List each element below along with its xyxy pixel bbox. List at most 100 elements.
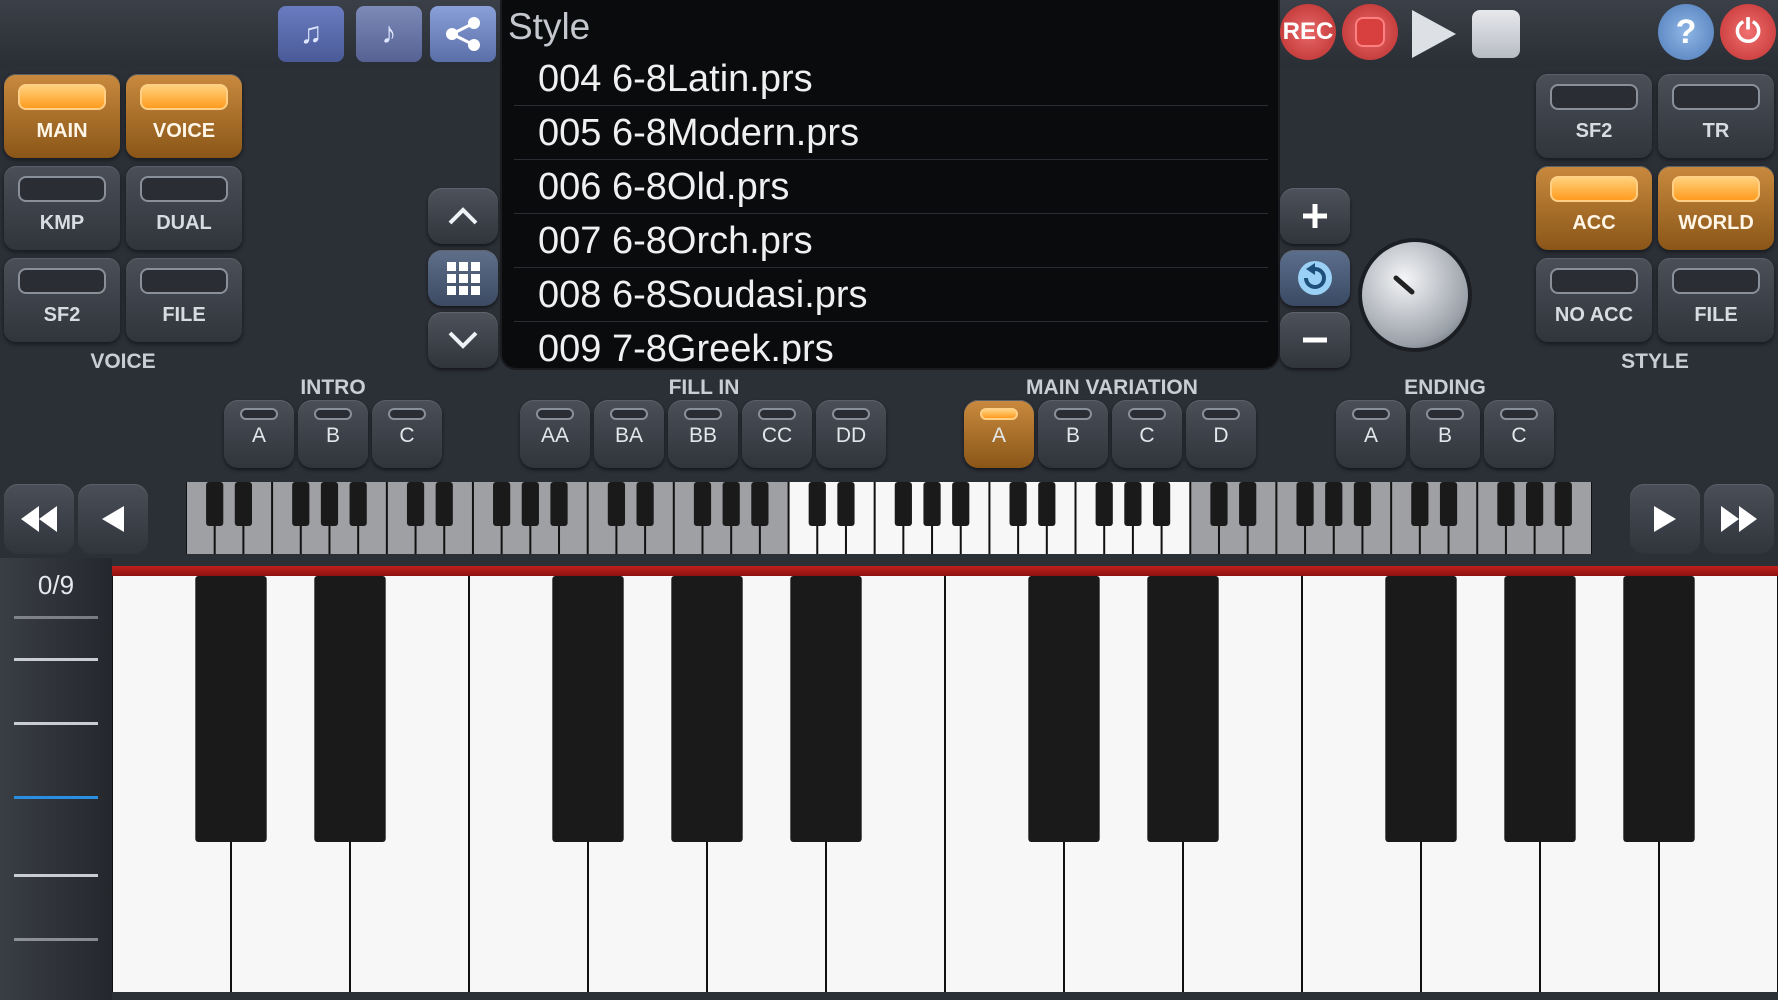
black-key[interactable] bbox=[722, 482, 740, 526]
fill-in-dd-button[interactable]: DD bbox=[816, 400, 886, 468]
slider-thumb[interactable] bbox=[14, 796, 98, 799]
black-key[interactable] bbox=[790, 576, 862, 842]
tempo-minus-button[interactable] bbox=[1280, 312, 1350, 368]
acc-button[interactable]: ACC bbox=[1536, 166, 1652, 250]
main-variation-c-button[interactable]: C bbox=[1112, 400, 1182, 468]
rewind-button[interactable] bbox=[4, 484, 74, 554]
style-list[interactable]: 004 6-8Latin.prs 005 6-8Modern.prs 006 6… bbox=[502, 52, 1278, 364]
black-key[interactable] bbox=[1504, 576, 1576, 842]
ending-b-button[interactable]: B bbox=[1410, 400, 1480, 468]
black-key[interactable] bbox=[1009, 482, 1027, 526]
world-button[interactable]: WORLD bbox=[1658, 166, 1774, 250]
ending-c-button[interactable]: C bbox=[1484, 400, 1554, 468]
black-key[interactable] bbox=[1526, 482, 1544, 526]
style-file-button[interactable]: FILE bbox=[1658, 258, 1774, 342]
piano-keyboard[interactable] bbox=[112, 576, 1778, 992]
voice-button[interactable]: VOICE bbox=[126, 74, 242, 158]
ending-a-button[interactable]: A bbox=[1336, 400, 1406, 468]
black-key[interactable] bbox=[195, 576, 267, 842]
black-key[interactable] bbox=[521, 482, 539, 526]
black-key[interactable] bbox=[693, 482, 712, 526]
black-key[interactable] bbox=[1296, 482, 1314, 526]
fill-in-cc-button[interactable]: CC bbox=[742, 400, 812, 468]
black-key[interactable] bbox=[1385, 576, 1457, 842]
kmp-button[interactable]: KMP bbox=[4, 166, 120, 250]
no-acc-button[interactable]: NO ACC bbox=[1536, 258, 1652, 342]
black-key[interactable] bbox=[1152, 482, 1171, 526]
grid-view-button[interactable] bbox=[428, 250, 498, 306]
octave-slider[interactable]: 0/9 bbox=[0, 558, 112, 1000]
black-key[interactable] bbox=[234, 482, 252, 526]
main-variation-a-button[interactable]: A bbox=[964, 400, 1034, 468]
style-list-item[interactable]: 007 6-8Orch.prs bbox=[514, 214, 1268, 268]
black-key[interactable] bbox=[751, 482, 769, 526]
music-note-icon[interactable]: ♫ bbox=[278, 6, 344, 62]
black-key[interactable] bbox=[837, 482, 855, 526]
tempo-knob[interactable] bbox=[1362, 242, 1468, 348]
black-key[interactable] bbox=[1439, 482, 1458, 526]
intro-c-button[interactable]: C bbox=[372, 400, 442, 468]
style-list-item[interactable]: 009 7-8Greek.prs bbox=[514, 322, 1268, 364]
style-list-item[interactable]: 006 6-8Old.prs bbox=[514, 160, 1268, 214]
previous-button[interactable] bbox=[78, 484, 148, 554]
fast-forward-button[interactable] bbox=[1704, 484, 1774, 554]
music-file-icon[interactable]: ♪ bbox=[356, 6, 422, 62]
black-key[interactable] bbox=[206, 482, 224, 526]
rec-button[interactable]: REC bbox=[1280, 4, 1336, 60]
black-key[interactable] bbox=[923, 482, 941, 526]
next-button[interactable] bbox=[1630, 484, 1700, 554]
black-key[interactable] bbox=[435, 482, 453, 526]
record-stop-button[interactable] bbox=[1342, 4, 1398, 60]
power-button[interactable]: ⏻ bbox=[1720, 4, 1776, 60]
black-key[interactable] bbox=[1325, 482, 1343, 526]
stop-button[interactable] bbox=[1472, 10, 1520, 58]
scroll-down-button[interactable] bbox=[428, 312, 498, 368]
black-key[interactable] bbox=[406, 482, 425, 526]
intro-b-button[interactable]: B bbox=[298, 400, 368, 468]
style-list-item[interactable]: 004 6-8Latin.prs bbox=[514, 52, 1268, 106]
black-key[interactable] bbox=[671, 576, 743, 842]
black-key[interactable] bbox=[1210, 482, 1228, 526]
fill-in-aa-button[interactable]: AA bbox=[520, 400, 590, 468]
voice-sf2-button[interactable]: SF2 bbox=[4, 258, 120, 342]
black-key[interactable] bbox=[552, 576, 624, 842]
dual-button[interactable]: DUAL bbox=[126, 166, 242, 250]
black-key[interactable] bbox=[808, 482, 826, 526]
tr-button[interactable]: TR bbox=[1658, 74, 1774, 158]
intro-a-button[interactable]: A bbox=[224, 400, 294, 468]
black-key[interactable] bbox=[952, 482, 970, 526]
black-key[interactable] bbox=[320, 482, 339, 526]
black-key[interactable] bbox=[550, 482, 568, 526]
black-key[interactable] bbox=[1623, 576, 1695, 842]
black-key[interactable] bbox=[894, 482, 912, 526]
black-key[interactable] bbox=[1124, 482, 1142, 526]
mini-keyboard-navigator[interactable] bbox=[186, 482, 1592, 554]
voice-file-button[interactable]: FILE bbox=[126, 258, 242, 342]
share-icon[interactable] bbox=[430, 6, 496, 62]
black-key[interactable] bbox=[292, 482, 310, 526]
black-key[interactable] bbox=[314, 576, 386, 842]
main-variation-b-button[interactable]: B bbox=[1038, 400, 1108, 468]
style-list-item[interactable]: 008 6-8Soudasi.prs bbox=[514, 268, 1268, 322]
black-key[interactable] bbox=[1239, 482, 1257, 526]
black-key[interactable] bbox=[1147, 576, 1219, 842]
black-key[interactable] bbox=[349, 482, 367, 526]
main-button[interactable]: MAIN bbox=[4, 74, 120, 158]
tempo-plus-button[interactable] bbox=[1280, 188, 1350, 244]
black-key[interactable] bbox=[636, 482, 654, 526]
style-list-item[interactable]: 005 6-8Modern.prs bbox=[514, 106, 1268, 160]
play-button[interactable] bbox=[1406, 6, 1460, 62]
black-key[interactable] bbox=[493, 482, 511, 526]
main-variation-d-button[interactable]: D bbox=[1186, 400, 1256, 468]
black-key[interactable] bbox=[1028, 576, 1100, 842]
black-key[interactable] bbox=[1497, 482, 1515, 526]
style-sf2-button[interactable]: SF2 bbox=[1536, 74, 1652, 158]
help-button[interactable]: ? bbox=[1658, 4, 1714, 60]
fill-in-bb-button[interactable]: BB bbox=[668, 400, 738, 468]
black-key[interactable] bbox=[1038, 482, 1056, 526]
black-key[interactable] bbox=[1095, 482, 1113, 526]
black-key[interactable] bbox=[1554, 482, 1572, 526]
black-key[interactable] bbox=[1411, 482, 1429, 526]
black-key[interactable] bbox=[1353, 482, 1372, 526]
fill-in-ba-button[interactable]: BA bbox=[594, 400, 664, 468]
